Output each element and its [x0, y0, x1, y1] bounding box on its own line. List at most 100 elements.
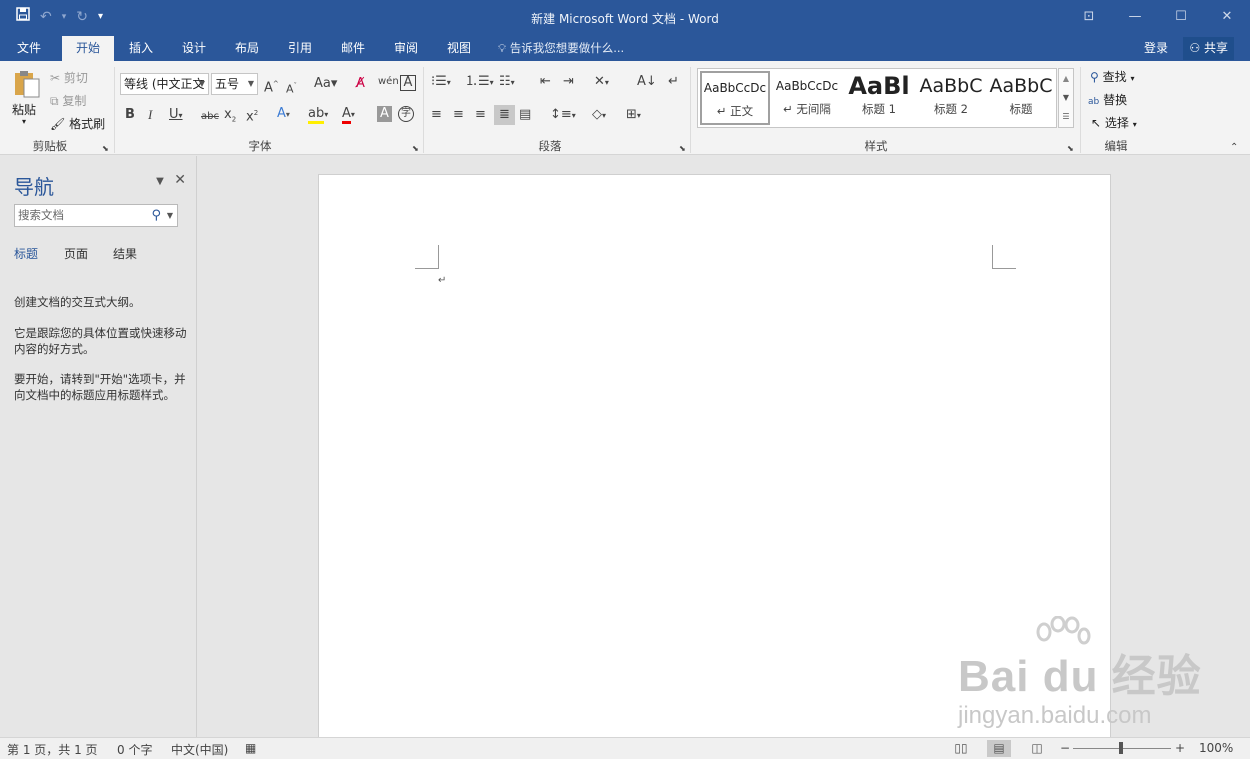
tab-references[interactable]: 引用	[277, 36, 323, 61]
collapse-ribbon-icon[interactable]: ⌃	[1230, 140, 1238, 156]
grow-font-icon[interactable]: A^	[264, 76, 279, 96]
format-painter-button[interactable]: 🖌︎ 格式刷	[50, 115, 105, 132]
read-mode-icon[interactable]: ▯▯	[949, 740, 973, 757]
align-left-icon[interactable]: ≡	[431, 107, 442, 123]
nav-options-icon[interactable]: ▼	[156, 176, 164, 187]
tab-view[interactable]: 视图	[436, 36, 482, 61]
tell-me-box[interactable]: 💡︎ 告诉我您想要做什么...	[498, 36, 624, 61]
paste-dropdown-icon[interactable]: ▾	[22, 117, 26, 126]
styles-more-icon[interactable]: ☰	[1059, 107, 1073, 126]
italic-icon[interactable]: I	[148, 107, 152, 123]
style-heading-1[interactable]: AaBl 标题 1	[844, 71, 914, 125]
cut-button[interactable]: ✂ 剪切	[50, 69, 88, 86]
shading-icon[interactable]: ◇▾	[592, 107, 606, 124]
line-spacing-icon[interactable]: ↕≡▾	[550, 107, 576, 124]
superscript-icon[interactable]: x2	[246, 105, 258, 125]
align-center-icon[interactable]: ≡	[453, 107, 464, 123]
macro-record-icon[interactable]: ▦	[245, 741, 256, 755]
styles-launcher-icon[interactable]: ⬊	[1067, 141, 1074, 157]
web-layout-icon[interactable]: ◫	[1025, 740, 1049, 757]
sort-icon[interactable]: A↓	[637, 74, 657, 90]
zoom-slider-thumb[interactable]	[1119, 742, 1123, 754]
highlight-icon[interactable]: ab▾	[308, 106, 328, 124]
select-button[interactable]: ↖ 选择 ▾	[1091, 114, 1137, 131]
share-button[interactable]: ⚇ 共享	[1183, 37, 1234, 60]
underline-icon[interactable]: U▾	[169, 107, 183, 124]
subscript-icon[interactable]: x2	[224, 107, 236, 128]
nav-tab-pages[interactable]: 页面	[64, 245, 88, 262]
tab-review[interactable]: 审阅	[383, 36, 429, 61]
style-no-spacing[interactable]: AaBbCcDc ↵ 无间隔	[772, 71, 842, 125]
bullets-icon[interactable]: ⁝☰▾	[431, 74, 451, 91]
style-heading-2[interactable]: AaBbC 标题 2	[916, 71, 986, 125]
nav-tab-results[interactable]: 结果	[113, 245, 137, 262]
nav-help-text-3: 要开始，请转到"开始"选项卡，并向文档中的标题应用标题样式。	[14, 372, 186, 402]
find-button[interactable]: ⚲ 查找 ▾	[1090, 68, 1134, 85]
align-right-icon[interactable]: ≡	[475, 107, 486, 123]
tab-insert[interactable]: 插入	[118, 36, 164, 61]
character-shading-icon[interactable]: A	[377, 106, 392, 122]
nav-search-input[interactable]: 搜索文档 ⚲ ▼	[14, 204, 178, 227]
tab-design[interactable]: 设计	[171, 36, 217, 61]
font-launcher-icon[interactable]: ⬊	[412, 141, 419, 157]
replace-button[interactable]: ab 替换	[1088, 91, 1127, 108]
styles-scroll-up-icon[interactable]: ▲	[1059, 69, 1073, 88]
window-controls: ⊡ — ☐ ✕	[1066, 0, 1250, 34]
nav-close-icon[interactable]: ✕	[174, 172, 186, 188]
search-icon[interactable]: ⚲	[151, 205, 161, 226]
character-border-icon[interactable]: A	[400, 75, 416, 91]
decrease-indent-icon[interactable]: ⇤	[540, 74, 551, 90]
bold-icon[interactable]: B	[125, 107, 135, 123]
zoom-in-button[interactable]: +	[1175, 741, 1185, 755]
navigation-pane: 导航 ▼ ✕ 搜索文档 ⚲ ▼ 标题 页面 结果 创建文档的交互式大纲。 它是跟…	[0, 156, 197, 737]
shrink-font-icon[interactable]: Aˇ	[286, 78, 297, 98]
styles-scroll-down-icon[interactable]: ▼	[1059, 88, 1073, 107]
minimize-button[interactable]: —	[1112, 0, 1158, 34]
maximize-button[interactable]: ☐	[1158, 0, 1204, 34]
find-dropdown-icon: ▾	[1130, 74, 1135, 83]
multilevel-list-icon[interactable]: ☷▾	[499, 74, 515, 91]
copy-button[interactable]: ⧉ 复制	[50, 92, 86, 109]
close-button[interactable]: ✕	[1204, 0, 1250, 34]
zoom-out-button[interactable]: −	[1060, 741, 1070, 755]
font-size-combo[interactable]: 五号 ▼	[211, 73, 258, 95]
paste-icon[interactable]	[12, 69, 42, 98]
font-color-icon[interactable]: A▾	[342, 106, 355, 124]
show-marks-icon[interactable]: ↵	[668, 74, 679, 90]
paragraph-launcher-icon[interactable]: ⬊	[679, 141, 686, 157]
tab-layout[interactable]: 布局	[224, 36, 270, 61]
zoom-level[interactable]: 100%	[1199, 741, 1233, 755]
strikethrough-icon[interactable]: abc	[201, 109, 219, 125]
justify-icon[interactable]: ≣	[494, 105, 515, 125]
print-layout-icon[interactable]: ▤	[987, 740, 1011, 757]
clipboard-launcher-icon[interactable]: ⬊	[102, 141, 109, 157]
text-effects-icon[interactable]: A▾	[277, 106, 290, 123]
tab-file[interactable]: 文件	[8, 36, 50, 61]
search-dropdown-icon[interactable]: ▼	[167, 205, 173, 226]
phonetic-guide-icon[interactable]: wén	[378, 74, 399, 90]
tab-mailings[interactable]: 邮件	[330, 36, 376, 61]
group-label-clipboard: 剪贴板	[32, 139, 68, 153]
distributed-icon[interactable]: ▤	[519, 107, 531, 123]
lightbulb-icon: 💡︎	[498, 41, 507, 55]
nav-tab-headings[interactable]: 标题	[14, 245, 38, 262]
tab-home[interactable]: 开始	[62, 36, 114, 61]
document-page[interactable]: ↵	[318, 174, 1111, 744]
clear-formatting-icon[interactable]: A̸	[356, 76, 365, 92]
page-count[interactable]: 第 1 页，共 1 页	[7, 741, 98, 758]
ribbon-display-options-icon[interactable]: ⊡	[1066, 0, 1112, 34]
borders-icon[interactable]: ⊞▾	[626, 107, 641, 124]
word-count[interactable]: 0 个字	[117, 741, 152, 758]
change-case-icon[interactable]: Aa▾	[314, 76, 337, 92]
numbering-icon[interactable]: ⒈☰▾	[465, 74, 494, 91]
sign-in-link[interactable]: 登录	[1144, 36, 1168, 60]
text-direction-icon[interactable]: ✕▾	[594, 74, 609, 91]
paste-label[interactable]: 粘贴	[12, 101, 36, 118]
language-indicator[interactable]: 中文(中国)	[171, 741, 228, 758]
increase-indent-icon[interactable]: ⇥	[563, 74, 574, 90]
margin-corner-top-left	[415, 245, 439, 269]
enclose-characters-icon[interactable]: 字	[398, 106, 414, 122]
style-title[interactable]: AaBbC 标题	[986, 71, 1056, 125]
style-normal[interactable]: AaBbCcDc ↵ 正文	[700, 71, 770, 125]
font-name-combo[interactable]: 等线 (中文正文 ▼	[120, 73, 209, 95]
